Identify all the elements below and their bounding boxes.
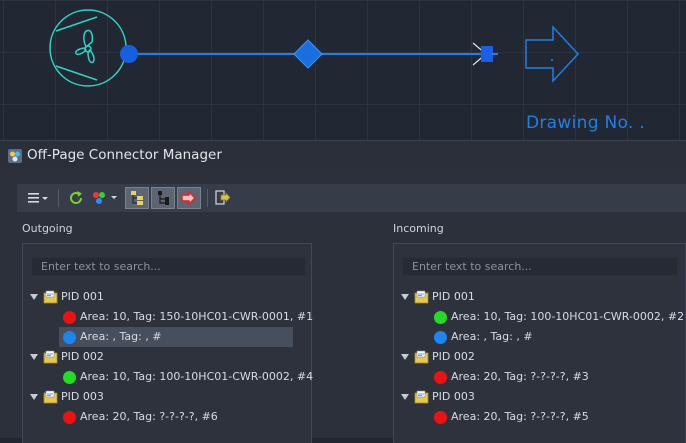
tree-node-pid[interactable]: PID 002 (23, 347, 311, 367)
red-status-dot-icon (434, 411, 447, 424)
pid-label: PID 002 (432, 350, 475, 363)
caret-down-icon[interactable] (401, 394, 409, 400)
connector-item[interactable]: Area: 20, Tag: ?-?-?-?, #5 (394, 407, 685, 427)
red-status-dot-icon (63, 411, 76, 424)
tree-node-pid[interactable]: PID 003 (23, 387, 311, 407)
connector-item-label: Area: , Tag: , # (80, 330, 162, 343)
outgoing-search-input[interactable]: Enter text to search... (31, 257, 306, 276)
connector-item-label: Area: 10, Tag: 100-10HC01-CWR-0002, #2 (451, 310, 685, 323)
tree-node-pid[interactable]: PID 001 (394, 287, 685, 307)
show-connectors-button[interactable] (177, 187, 201, 209)
color-filter-dropdown-button[interactable] (91, 187, 119, 209)
drawing-number-label[interactable]: Drawing No. . (526, 113, 645, 133)
pid-label: PID 003 (432, 390, 475, 403)
green-status-dot-icon (63, 371, 76, 384)
pid-label: PID 001 (432, 290, 475, 303)
pump-symbol[interactable] (49, 9, 127, 87)
connector-item-label: Area: 20, Tag: ?-?-?-?, #5 (451, 410, 589, 423)
caret-down-icon[interactable] (401, 354, 409, 360)
blue-status-dot-icon (63, 331, 76, 344)
incoming-search-input[interactable]: Enter text to search... (402, 257, 678, 276)
connector-item[interactable]: Area: 20, Tag: ?-?-?-?, #3 (394, 367, 685, 387)
drawing-folder-icon (414, 390, 429, 404)
caret-down-icon[interactable] (30, 294, 38, 300)
refresh-button[interactable] (65, 187, 87, 209)
tree-view-alt-button[interactable] (151, 187, 175, 209)
color-dots-icon (93, 192, 117, 204)
red-arrow-icon (181, 191, 196, 205)
connector-item[interactable]: Area: 10, Tag: 150-10HC01-CWR-0001, #1 (23, 307, 314, 327)
connector-item[interactable]: Area: , Tag: , # (23, 327, 311, 347)
app-icon (8, 149, 22, 163)
red-status-dot-icon (434, 371, 447, 384)
refresh-icon (70, 191, 83, 204)
connector-item[interactable]: Area: , Tag: , # (394, 327, 685, 347)
tree-node-pid[interactable]: PID 001 (23, 287, 311, 307)
title-bar[interactable]: Off-Page Connector Manager (0, 141, 686, 170)
incoming-label: Incoming (393, 222, 444, 235)
menu-dropdown-button[interactable] (25, 187, 51, 209)
red-status-dot-icon (63, 311, 76, 324)
drawing-folder-icon (43, 290, 58, 304)
tree-node-pid[interactable]: PID 003 (394, 387, 685, 407)
tree-view-button[interactable] (125, 187, 149, 209)
connector-manager-palette: Off-Page Connector Manager Outgoing Ente… (0, 140, 686, 443)
connector-item[interactable]: Area: 20, Tag: ?-?-?-?, #6 (23, 407, 311, 427)
pid-label: PID 003 (61, 390, 104, 403)
connector-item[interactable]: Area: 10, Tag: 100-10HC01-CWR-0002, #4 (23, 367, 314, 387)
tree-view-icon (131, 191, 143, 205)
outgoing-panel: Enter text to search... PID 001 Area: 10,… (22, 243, 314, 443)
toolbar-separator (207, 189, 208, 207)
drawing-canvas[interactable]: Drawing No. . (0, 0, 686, 140)
window-title: Off-Page Connector Manager (27, 147, 222, 163)
pid-label: PID 001 (61, 290, 104, 303)
green-status-dot-icon (434, 311, 447, 324)
caret-down-icon[interactable] (401, 294, 409, 300)
connector-item-label: Area: , Tag: , # (451, 330, 533, 343)
drawing-folder-icon (414, 290, 429, 304)
toolbar-separator (58, 189, 59, 207)
off-page-connector-symbol[interactable] (525, 25, 580, 83)
drawing-folder-icon (43, 390, 58, 404)
tree-node-pid[interactable]: PID 002 (394, 347, 685, 367)
connector-item[interactable]: Area: 10, Tag: 100-10HC01-CWR-0002, #2 (394, 307, 685, 327)
blue-status-dot-icon (434, 331, 447, 344)
toolbar (17, 184, 686, 212)
connector-item-label: Area: 10, Tag: 150-10HC01-CWR-0001, #1 (80, 310, 314, 323)
outgoing-label: Outgoing (22, 222, 73, 235)
connector-item-label: Area: 20, Tag: ?-?-?-?, #6 (80, 410, 218, 423)
drawing-folder-icon (43, 350, 58, 364)
connector-item-label: Area: 10, Tag: 100-10HC01-CWR-0002, #4 (80, 370, 314, 383)
tree-view-alt-icon (158, 191, 169, 205)
pipe-line[interactable] (120, 39, 498, 69)
export-arrow-icon (215, 190, 231, 205)
hamburger-icon (28, 193, 48, 203)
drawing-folder-icon (414, 350, 429, 364)
caret-down-icon[interactable] (30, 354, 38, 360)
connector-item-label: Area: 20, Tag: ?-?-?-?, #3 (451, 370, 589, 383)
incoming-panel: Enter text to search... PID 001 Area: 10,… (393, 243, 686, 443)
caret-down-icon[interactable] (30, 394, 38, 400)
export-button[interactable] (212, 187, 234, 209)
pid-label: PID 002 (61, 350, 104, 363)
